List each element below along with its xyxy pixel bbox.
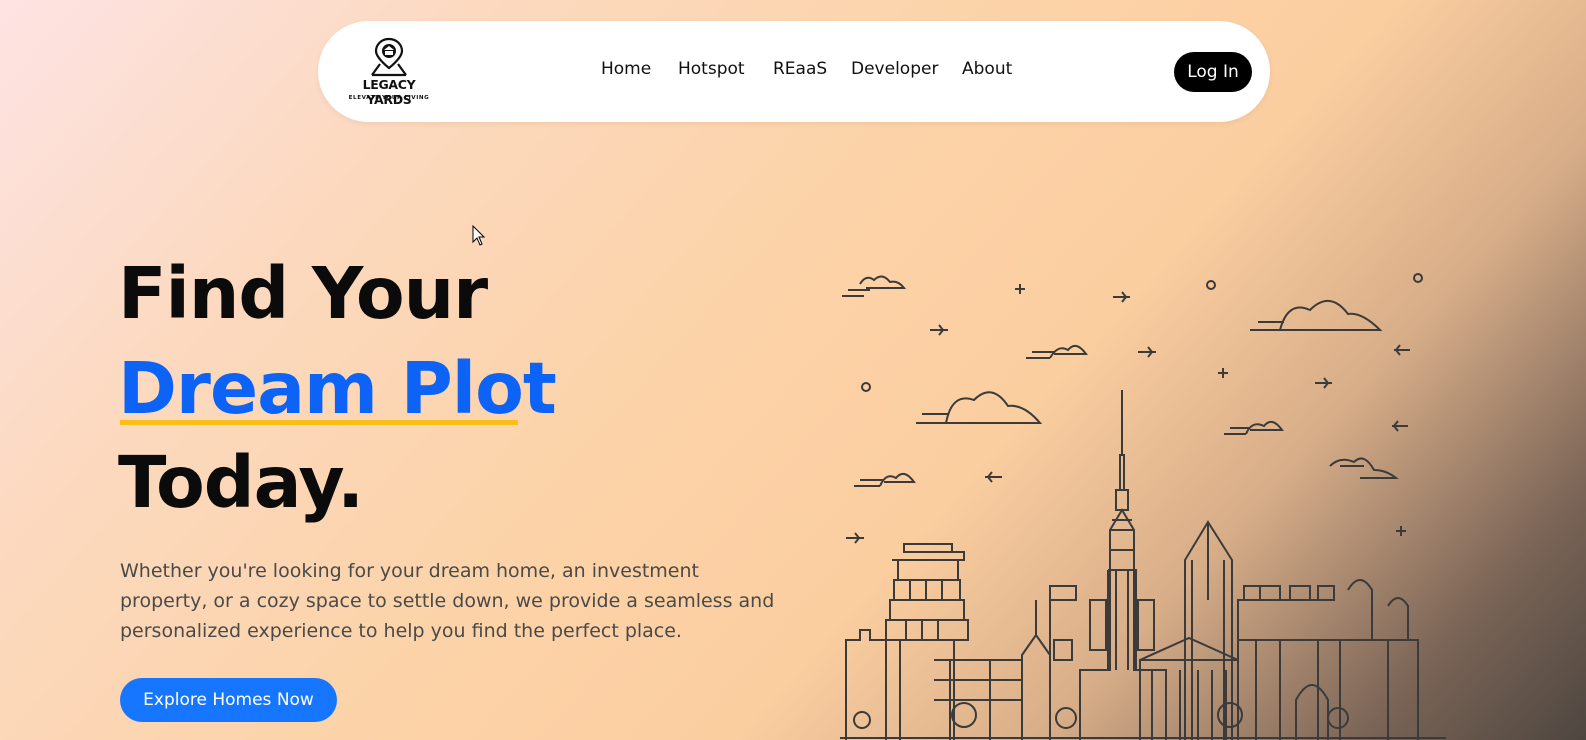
nav-item-about[interactable]: About [962, 59, 1012, 79]
nav-links: Home Hotspot REaaS Developer About [318, 59, 1270, 85]
mouse-pointer-icon [472, 225, 486, 246]
city-skyline-illustration [840, 273, 1446, 740]
brand-tagline: ELEVATE YOUR LIVING [348, 95, 430, 101]
cloud-icon [1250, 300, 1383, 331]
nav-item-hotspot[interactable]: Hotspot [678, 59, 745, 79]
hero-title-line-1: Find Your [118, 252, 488, 335]
hero-description: Whether you're looking for your dream ho… [120, 560, 775, 642]
navbar: LEGACY YARDS ELEVATE YOUR LIVING Home Ho… [318, 21, 1270, 122]
nav-item-developer[interactable]: Developer [851, 59, 938, 79]
hero-title-line-2: Dream Plot [118, 347, 557, 430]
hero-title-underline [120, 420, 518, 425]
skyline-buildings [840, 390, 1446, 740]
cloud-icon [1329, 457, 1399, 479]
cloud-icon [1224, 420, 1284, 435]
hero-title-line-3: Today. [118, 441, 364, 524]
cloud-icon [842, 275, 907, 297]
login-button[interactable]: Log In [1174, 52, 1252, 92]
nav-item-reaas[interactable]: REaaS [773, 59, 827, 79]
nav-item-home[interactable]: Home [601, 59, 651, 79]
cloud-icon [916, 391, 1043, 424]
cloud-icon [1026, 344, 1088, 359]
cloud-icon [854, 472, 916, 487]
explore-homes-button[interactable]: Explore Homes Now [120, 678, 337, 722]
